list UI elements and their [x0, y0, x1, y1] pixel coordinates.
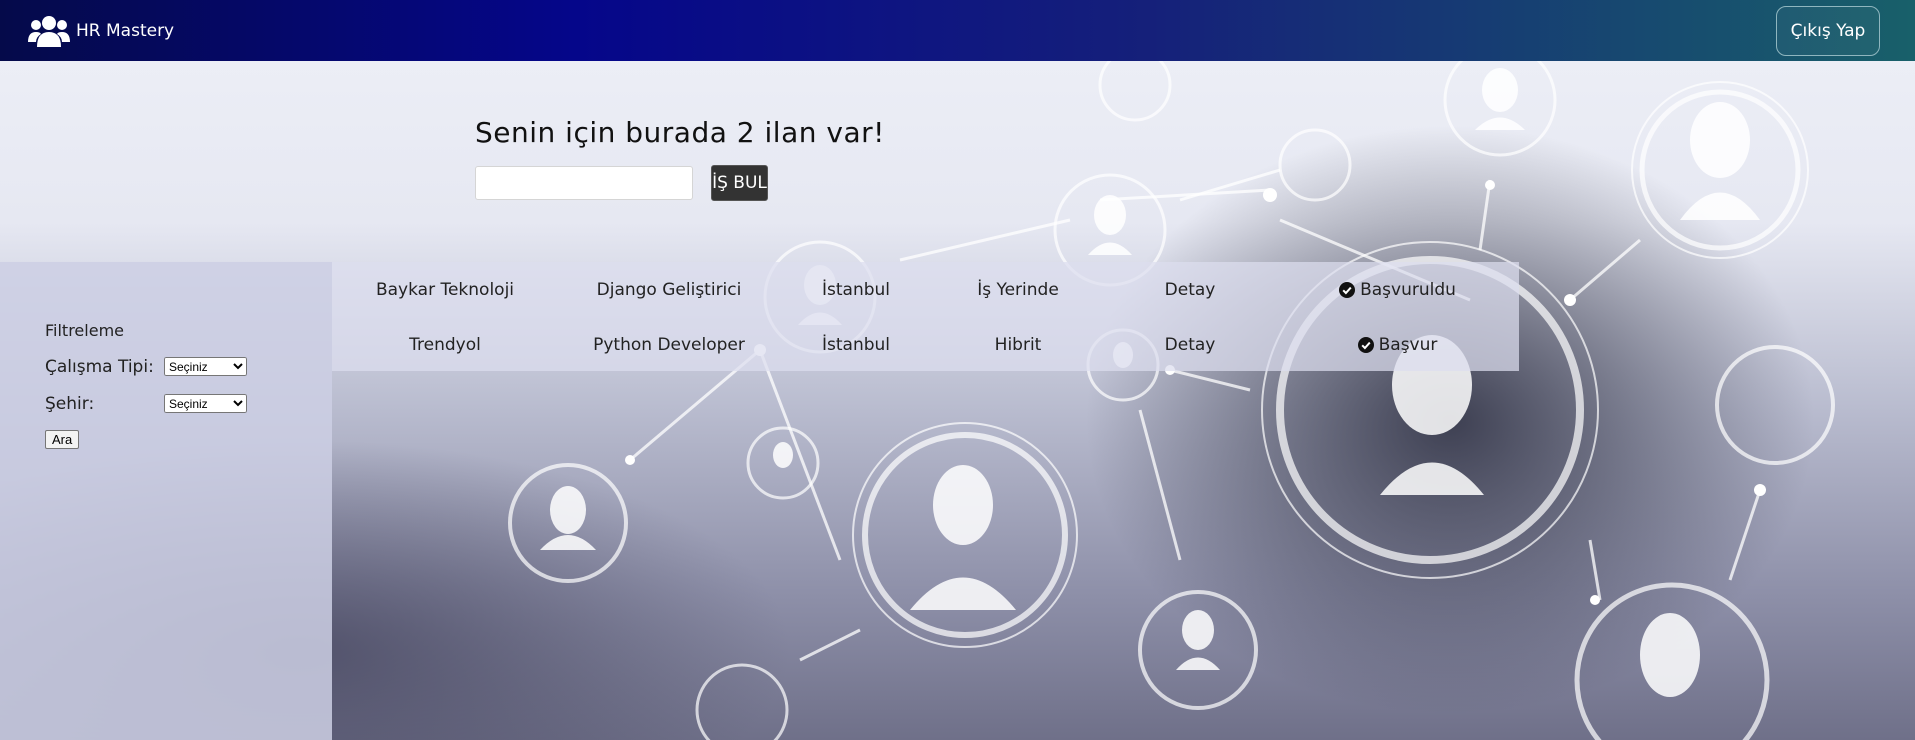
job-work-type: İş Yerinde	[977, 279, 1059, 300]
job-city: İstanbul	[821, 279, 891, 300]
job-city: İstanbul	[821, 334, 891, 355]
hero-section: Senin için burada 2 ilan var! İŞ BUL	[475, 116, 885, 201]
job-action-label: Başvur	[1378, 334, 1438, 355]
job-apply-button[interactable]: Başvur	[1276, 317, 1519, 372]
find-job-button[interactable]: İŞ BUL	[711, 165, 768, 201]
work-type-label: Çalışma Tipi:	[45, 356, 154, 377]
brand[interactable]: HR Mastery	[28, 15, 174, 47]
page-title: Senin için burada 2 ilan var!	[475, 116, 885, 149]
filter-panel: Filtreleme Çalışma Tipi: Seçiniz Şehir: …	[0, 262, 332, 740]
job-detail-link[interactable]: Detay	[1104, 262, 1276, 317]
search-bar: İŞ BUL	[475, 165, 885, 201]
logout-button[interactable]: Çıkış Yap	[1776, 5, 1880, 56]
filter-title: Filtreleme	[45, 320, 124, 340]
job-listings: Baykar Teknoloji Django Geliştirici İsta…	[332, 262, 1519, 371]
top-navbar: HR Mastery Çıkış Yap	[0, 0, 1915, 61]
check-circle-icon	[1339, 281, 1356, 298]
job-action-label: Başvuruldu	[1360, 279, 1456, 300]
job-work-type: Hibrit	[994, 334, 1042, 355]
filter-submit-button[interactable]: Ara	[45, 430, 80, 449]
work-type-row: Çalışma Tipi: Seçiniz	[45, 348, 247, 385]
job-search-input[interactable]	[475, 166, 693, 200]
job-detail-link[interactable]: Detay	[1104, 317, 1276, 372]
job-position: Python Developer	[593, 334, 745, 355]
brand-name: HR Mastery	[76, 20, 175, 41]
check-circle-icon	[1357, 336, 1374, 353]
job-row: Baykar Teknoloji Django Geliştirici İsta…	[332, 262, 1519, 317]
job-company: Trendyol	[409, 334, 481, 355]
job-row: Trendyol Python Developer İstanbul Hibri…	[332, 317, 1519, 372]
job-applied-button[interactable]: Başvuruldu	[1276, 262, 1519, 317]
work-type-select[interactable]: Seçiniz	[164, 357, 247, 376]
users-icon	[28, 15, 70, 47]
city-label: Şehir:	[45, 393, 95, 414]
job-company: Baykar Teknoloji	[375, 279, 515, 300]
city-select[interactable]: Seçiniz	[164, 394, 247, 413]
filter-title-row: Filtreleme	[45, 312, 247, 348]
city-row: Şehir: Seçiniz	[45, 385, 247, 422]
job-position: Django Geliştirici	[596, 279, 742, 300]
